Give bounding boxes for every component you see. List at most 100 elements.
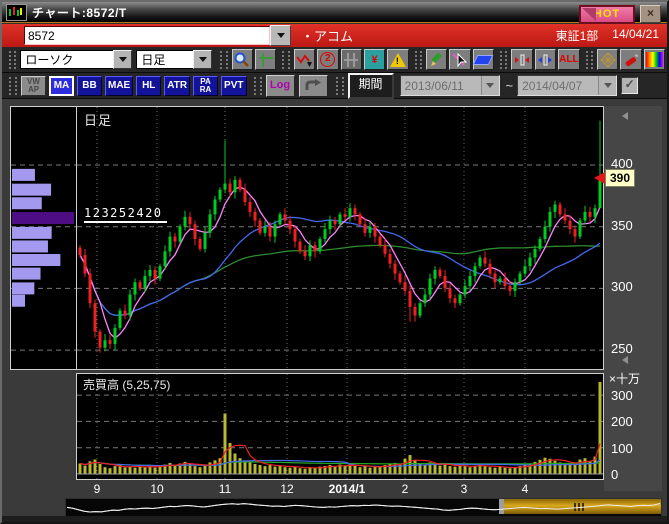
net-chart-button[interactable]: [597, 49, 618, 70]
price-arrow-icon: [594, 172, 605, 184]
date-from-combobox[interactable]: 2013/06/11: [400, 75, 500, 96]
price-chart-panel: 日足 123252420: [76, 106, 604, 370]
chevron-down-icon[interactable]: [481, 76, 499, 95]
toolbar-grip[interactable]: [282, 51, 289, 69]
timeframe-combobox[interactable]: 日足: [136, 50, 212, 69]
pan-left-icon[interactable]: [622, 112, 628, 120]
volume-axis-tick: 200: [611, 415, 633, 429]
grid-settings-button-disabled[interactable]: [341, 49, 362, 70]
symbol-input[interactable]: [24, 26, 270, 45]
navigator-overview-line: [66, 499, 661, 514]
chevron-down-icon[interactable]: [193, 50, 212, 69]
chevron-down-icon[interactable]: [598, 76, 616, 95]
expand-right-button[interactable]: [535, 49, 556, 70]
grid-button[interactable]: [255, 49, 276, 70]
rainbow-color-button[interactable]: [644, 49, 665, 70]
cursor-icon: [452, 52, 468, 68]
log-scale-button[interactable]: Log: [266, 75, 295, 97]
warning-icon: !: [390, 53, 406, 67]
title-bar: チャート:8572/T HOT ×: [2, 2, 667, 23]
chart-type-combobox[interactable]: ローソク: [20, 50, 132, 69]
circle-2-button[interactable]: 2: [317, 49, 338, 70]
date-from-value: 2013/06/11: [401, 76, 481, 95]
timeframe-value: 日足: [136, 50, 193, 69]
dynamite-icon: [623, 52, 639, 68]
volume-by-price-chart: [11, 107, 76, 369]
indicator-hl-button[interactable]: HL: [136, 76, 161, 96]
compress-left-button[interactable]: [511, 49, 532, 70]
chevron-down-icon[interactable]: [113, 50, 132, 69]
toolbar-grip[interactable]: [415, 51, 422, 69]
zoom-button[interactable]: [232, 49, 253, 70]
symbol-dropdown-button[interactable]: [270, 25, 291, 46]
volume-axis-tick: 100: [611, 442, 633, 456]
indicator-mae-button[interactable]: MAE: [105, 76, 133, 96]
toolbar-grip[interactable]: [9, 51, 16, 69]
price-axis-tick: 350: [611, 219, 633, 233]
price-axis-tick: 300: [611, 280, 633, 294]
toolbar-grip[interactable]: [500, 51, 507, 69]
volume-panel: 売買高 (5,25,75): [76, 373, 604, 480]
magnifier-icon: [234, 52, 250, 68]
forward-button-disabled[interactable]: [299, 75, 328, 97]
trend-arrow-button[interactable]: [294, 49, 315, 70]
toolbar-main: ローソク 日足 2: [2, 47, 667, 73]
date-to-combobox[interactable]: 2014/04/07: [517, 75, 617, 96]
toolbar-grip[interactable]: [336, 77, 344, 95]
time-axis-label: 3: [461, 482, 468, 496]
indicator-pvt-button[interactable]: PVT: [221, 76, 246, 96]
toolbar-grip[interactable]: [254, 77, 262, 95]
chevron-down-icon: [277, 33, 285, 38]
indicator-ma-button[interactable]: MA: [49, 76, 74, 96]
volume-axis-tick: 0: [611, 468, 618, 482]
hot-button[interactable]: HOT: [579, 5, 635, 24]
indicator-bb-button[interactable]: BB: [77, 76, 102, 96]
window-title: チャート:8572/T: [32, 4, 127, 21]
date-to-value: 2014/04/07: [518, 76, 598, 95]
time-axis-label: 12: [280, 482, 293, 496]
volume-unit-label: ×十万: [609, 370, 640, 387]
grid-disabled-icon: [343, 52, 359, 68]
circle-2-icon: 2: [320, 52, 335, 67]
mini-chart-glyph: [7, 5, 24, 18]
timeframe-panel-label: 日足: [84, 110, 112, 129]
eraser-button[interactable]: [473, 49, 494, 70]
show-all-button[interactable]: ALL: [558, 49, 579, 70]
period-button[interactable]: 期間: [348, 73, 394, 99]
indicator-atr-button[interactable]: ATR: [164, 76, 190, 96]
time-axis-label: 9: [94, 482, 101, 496]
range-separator: ~: [506, 78, 514, 93]
close-button[interactable]: ×: [640, 5, 661, 23]
alert-button[interactable]: !: [387, 49, 408, 70]
toolbar-grip[interactable]: [586, 51, 593, 69]
last-price-marker: 390: [594, 169, 635, 187]
bent-arrow-icon: [305, 79, 321, 93]
eraser-icon: [473, 55, 494, 65]
select-cursor-button[interactable]: [449, 49, 470, 70]
toolbar-grip[interactable]: [220, 51, 227, 69]
quote-date: 14/04/21: [612, 27, 659, 44]
draw-pencil-button[interactable]: [426, 49, 447, 70]
time-axis-label: 2014/1: [329, 482, 366, 496]
candlestick-chart-icon: [6, 4, 27, 21]
time-axis-label: 4: [522, 482, 529, 496]
grid-icon: [258, 52, 274, 68]
toolbar-indicators: VWAP MA BB MAE HL ATR PARA PVT Log: [2, 73, 667, 99]
rainbow-icon: [646, 52, 663, 67]
period-checkbox[interactable]: ✓: [621, 77, 638, 94]
indicator-vwap-button[interactable]: VWAP: [21, 76, 46, 96]
candle-arrows-blue-icon: [537, 52, 553, 68]
volume-axis-tick: 300: [611, 389, 633, 403]
pan-left-icon[interactable]: [622, 356, 628, 364]
toolbar-grip[interactable]: [9, 77, 17, 95]
price-axis-panel: 400350300250×十万3002001000: [604, 106, 662, 491]
last-price-value: 390: [605, 169, 635, 187]
indicator-para-button[interactable]: PARA: [193, 76, 218, 96]
time-axis-label: 10: [150, 482, 163, 496]
yen-scale-button[interactable]: ¥: [364, 49, 385, 70]
chart-type-value: ローソク: [20, 50, 113, 69]
volume-at-price-annotation: 123252420: [84, 206, 167, 223]
range-navigator[interactable]: [65, 498, 662, 517]
dynamite-button[interactable]: [620, 49, 641, 70]
all-label: ALL: [559, 54, 578, 65]
